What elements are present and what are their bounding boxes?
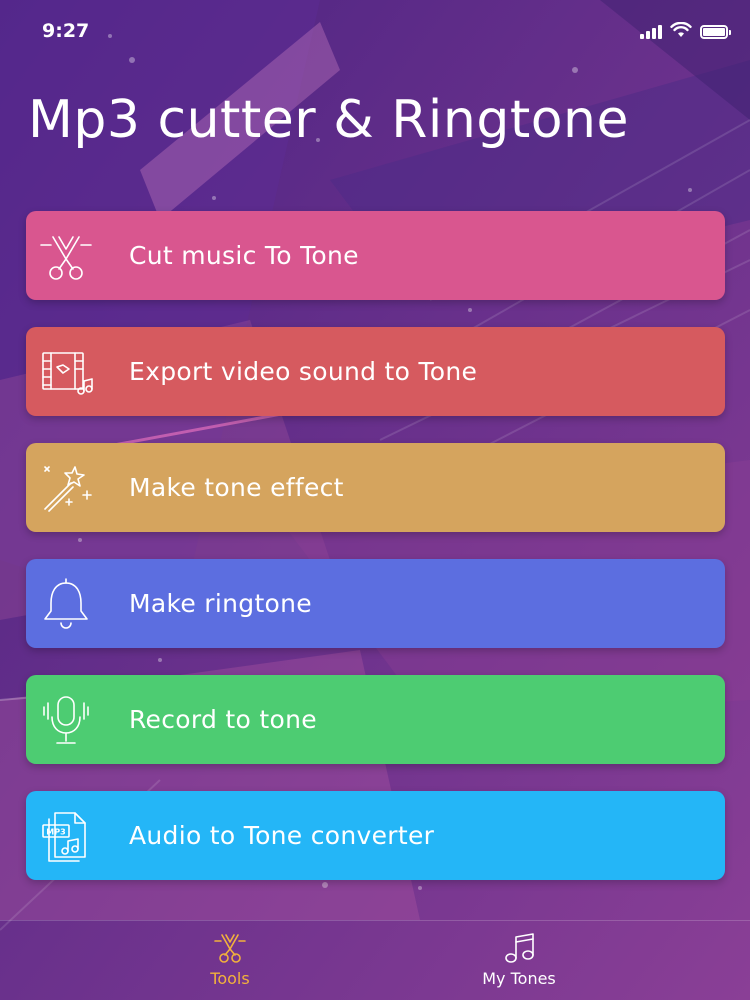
- tab-label: My Tones: [482, 969, 556, 988]
- film-music-icon: [38, 341, 94, 403]
- menu-item-audio-converter[interactable]: MP3 Audio to Tone converter: [26, 791, 725, 880]
- music-note-icon: [502, 931, 536, 965]
- tab-my-tones[interactable]: My Tones: [419, 921, 619, 1000]
- menu-item-label: Record to tone: [129, 705, 317, 734]
- status-icons: [640, 21, 731, 42]
- wifi-icon: [670, 21, 692, 42]
- cellular-signal-icon: [640, 25, 662, 39]
- bell-icon: [38, 573, 94, 635]
- menu-item-export-video[interactable]: Export video sound to Tone: [26, 327, 725, 416]
- tab-bar: Tools My Tones: [0, 920, 750, 1000]
- status-time: 9:27: [42, 20, 90, 42]
- menu-item-make-ringtone[interactable]: Make ringtone: [26, 559, 725, 648]
- menu-item-label: Make tone effect: [129, 473, 344, 502]
- tools-menu: Cut music To Tone Export video sound to …: [26, 211, 725, 907]
- mp3-file-icon: MP3: [38, 805, 94, 867]
- magic-wand-icon: [38, 457, 94, 519]
- page-title: Mp3 cutter & Ringtone: [28, 90, 629, 150]
- menu-item-label: Make ringtone: [129, 589, 312, 618]
- tab-label: Tools: [210, 969, 250, 988]
- scissors-icon: [38, 225, 94, 287]
- menu-item-record-tone[interactable]: Record to tone: [26, 675, 725, 764]
- menu-item-label: Cut music To Tone: [129, 241, 359, 270]
- svg-text:MP3: MP3: [46, 828, 65, 837]
- microphone-icon: [38, 689, 94, 751]
- battery-icon: [700, 25, 731, 39]
- menu-item-cut-music[interactable]: Cut music To Tone: [26, 211, 725, 300]
- tab-tools[interactable]: Tools: [130, 921, 330, 1000]
- menu-item-tone-effect[interactable]: Make tone effect: [26, 443, 725, 532]
- menu-item-label: Audio to Tone converter: [129, 821, 435, 850]
- status-bar: 9:27: [0, 0, 750, 62]
- scissors-icon: [213, 931, 247, 965]
- menu-item-label: Export video sound to Tone: [129, 357, 478, 386]
